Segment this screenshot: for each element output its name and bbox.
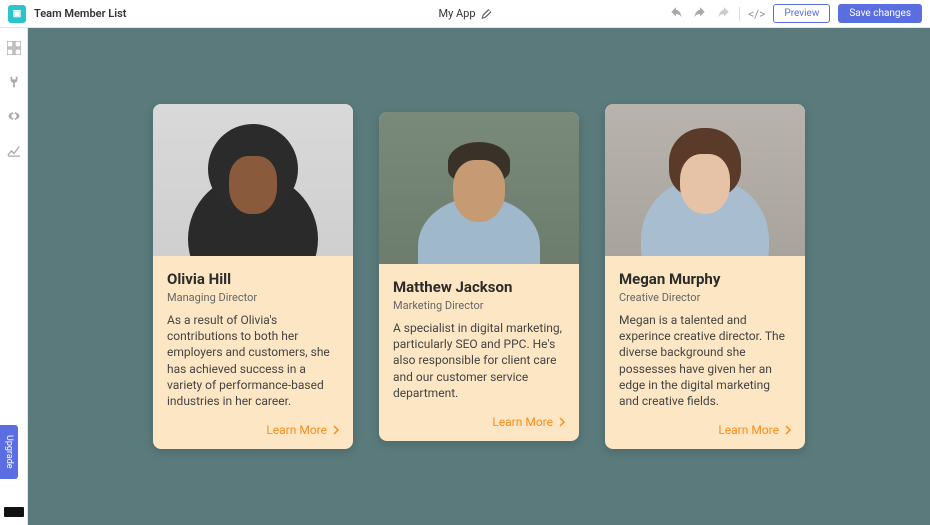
avatar-image bbox=[379, 112, 579, 264]
learn-more-label: Learn More bbox=[266, 423, 327, 437]
card-body: Olivia Hill Managing Director As a resul… bbox=[153, 256, 353, 449]
code-icon[interactable]: </> bbox=[748, 7, 765, 21]
member-role: Creative Director bbox=[619, 291, 791, 304]
undo-icon[interactable] bbox=[669, 4, 683, 23]
layout-icon[interactable] bbox=[6, 40, 22, 56]
gear-icon[interactable] bbox=[6, 108, 22, 124]
avatar-image bbox=[605, 104, 805, 256]
team-card[interactable]: Olivia Hill Managing Director As a resul… bbox=[153, 104, 353, 449]
member-name: Megan Murphy bbox=[619, 270, 791, 288]
learn-more-label: Learn More bbox=[492, 415, 553, 429]
preview-button[interactable]: Preview bbox=[773, 4, 830, 23]
history-icons bbox=[669, 4, 731, 23]
avatar-image bbox=[153, 104, 353, 256]
upgrade-button[interactable]: Upgrade bbox=[0, 425, 18, 479]
learn-more-link[interactable]: Learn More bbox=[393, 415, 565, 429]
learn-more-link[interactable]: Learn More bbox=[619, 423, 791, 437]
topbar: ▣ Team Member List My App </> Preview Sa… bbox=[0, 0, 930, 28]
app-name-group[interactable]: My App bbox=[438, 7, 491, 20]
plug-icon[interactable] bbox=[6, 74, 22, 90]
member-role: Managing Director bbox=[167, 291, 339, 304]
member-role: Marketing Director bbox=[393, 299, 565, 312]
chart-icon[interactable] bbox=[6, 142, 22, 158]
learn-more-link[interactable]: Learn More bbox=[167, 423, 339, 437]
page-title: Team Member List bbox=[34, 7, 126, 20]
card-body: Matthew Jackson Marketing Director A spe… bbox=[379, 264, 579, 441]
member-bio: A specialist in digital marketing, parti… bbox=[393, 320, 565, 401]
canvas: Olivia Hill Managing Director As a resul… bbox=[28, 28, 930, 525]
topbar-left: ▣ Team Member List bbox=[8, 5, 126, 23]
redo-icon[interactable] bbox=[693, 4, 707, 23]
chevron-right-icon bbox=[785, 425, 791, 435]
app-logo[interactable]: ▣ bbox=[8, 5, 26, 23]
footer-logo bbox=[4, 507, 24, 517]
chevron-right-icon bbox=[559, 417, 565, 427]
chevron-right-icon bbox=[333, 425, 339, 435]
redo-branch-icon[interactable] bbox=[717, 4, 731, 23]
member-name: Olivia Hill bbox=[167, 270, 339, 288]
save-button[interactable]: Save changes bbox=[838, 4, 922, 23]
divider bbox=[739, 7, 740, 21]
team-card[interactable]: Matthew Jackson Marketing Director A spe… bbox=[379, 112, 579, 441]
pencil-icon bbox=[482, 9, 492, 19]
team-card[interactable]: Megan Murphy Creative Director Megan is … bbox=[605, 104, 805, 449]
learn-more-label: Learn More bbox=[718, 423, 779, 437]
member-bio: Megan is a talented and experince creati… bbox=[619, 312, 791, 409]
card-body: Megan Murphy Creative Director Megan is … bbox=[605, 256, 805, 449]
member-bio: As a result of Olivia's contributions to… bbox=[167, 312, 339, 409]
member-name: Matthew Jackson bbox=[393, 278, 565, 296]
app-name: My App bbox=[438, 7, 475, 20]
topbar-right: </> Preview Save changes bbox=[669, 4, 922, 23]
